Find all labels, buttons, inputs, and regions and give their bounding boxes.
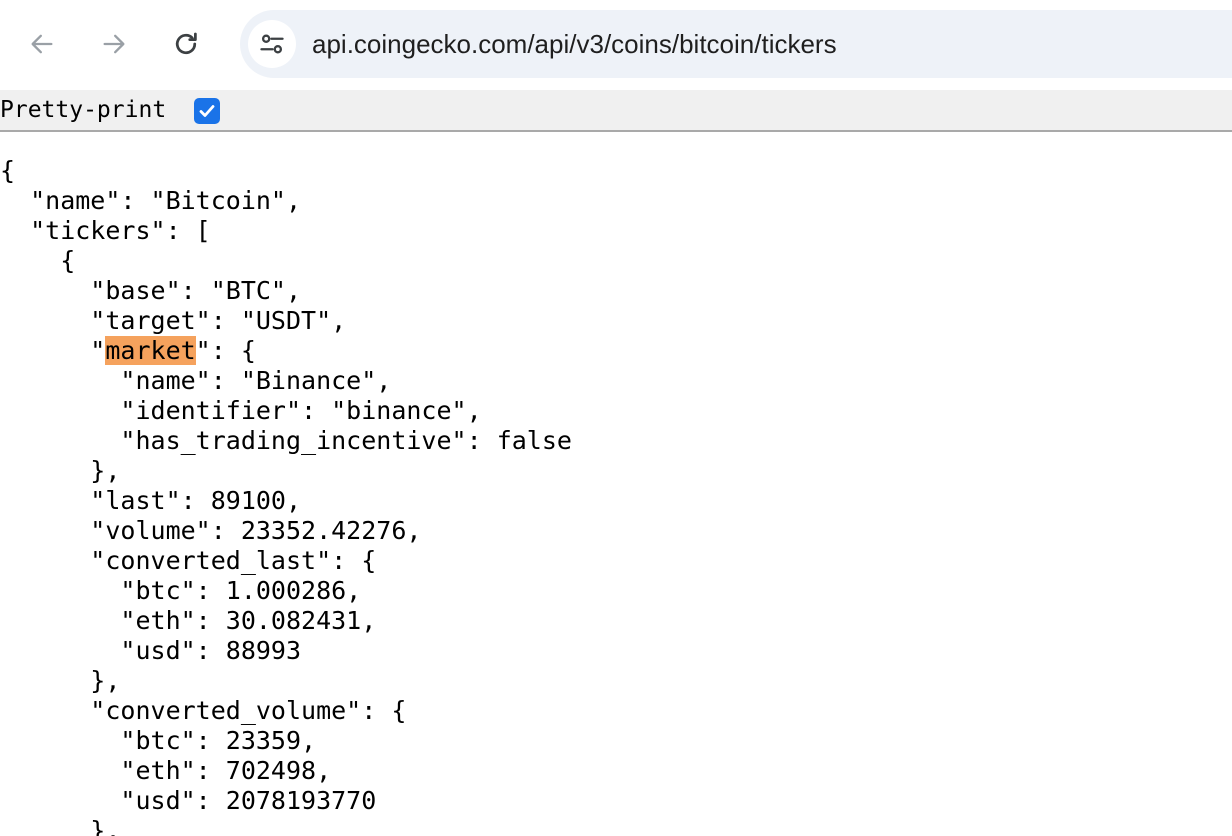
back-button[interactable] [20,22,64,66]
json-line: "has_trading_incentive": false [0,426,572,455]
json-line: "converted_last": { [0,546,377,575]
url-text[interactable]: api.coingecko.com/api/v3/coins/bitcoin/t… [312,29,837,59]
json-line: "target": "USDT", [0,306,347,335]
json-line: "name": "Binance", [0,366,392,395]
json-line: "eth": 702498, [0,756,332,785]
checkmark-icon [199,105,215,117]
json-line: "eth": 30.082431, [0,606,377,635]
json-line: "btc": 1.000286, [0,576,362,605]
json-line: "market": { [0,336,256,365]
json-content: { "name": "Bitcoin", "tickers": [ { "bas… [0,156,572,836]
json-line: "converted_volume": { [0,696,407,725]
pretty-print-label: Pretty-print [0,97,167,123]
json-line: "usd": 2078193770 [0,786,377,815]
reload-icon [175,32,197,55]
json-line: "btc": 23359, [0,726,317,755]
json-line: }, [0,456,121,485]
json-line: "base": "BTC", [0,276,302,305]
json-line: "usd": 88993 [0,636,302,665]
arrow-right-icon [103,34,125,54]
pretty-print-checkbox[interactable] [194,98,220,124]
tune-icon [260,34,284,54]
json-line: "volume": 23352.42276, [0,516,422,545]
forward-button[interactable] [92,22,136,66]
json-line: "last": 89100, [0,486,302,515]
json-line: "identifier": "binance", [0,396,482,425]
json-line: { [0,156,16,185]
search-highlight: market [105,336,196,365]
json-line: }, [0,666,121,695]
site-info-button[interactable] [248,20,296,68]
address-bar[interactable]: api.coingecko.com/api/v3/coins/bitcoin/t… [240,10,1232,78]
browser-toolbar: api.coingecko.com/api/v3/coins/bitcoin/t… [0,0,1232,90]
json-line: "name": "Bitcoin", [0,186,302,215]
arrow-left-icon [31,34,53,54]
json-line: "tickers": [ [0,216,211,245]
pretty-print-bar: Pretty-print [0,90,1232,132]
reload-button[interactable] [164,22,208,66]
json-line: }, [0,816,121,836]
json-line: { [0,246,76,275]
